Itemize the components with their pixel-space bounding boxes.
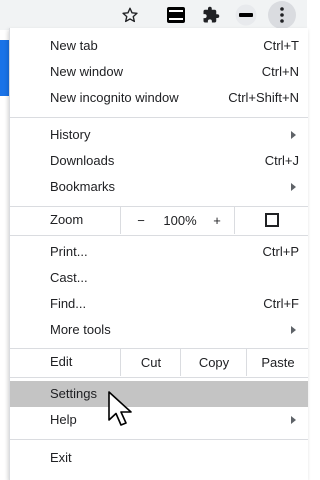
zoom-in-label: +: [213, 212, 221, 228]
submenu-arrow-icon: [291, 131, 296, 139]
menu-item-label: New tab: [50, 38, 98, 53]
menu-divider: [10, 117, 308, 118]
copy-button[interactable]: Copy: [180, 348, 247, 376]
menu-item-label: Cast...: [50, 270, 88, 285]
menu-item-shortcut: Ctrl+J: [264, 153, 299, 168]
menu-item-exit[interactable]: Exit: [10, 445, 308, 471]
page-accent-strip: [0, 40, 9, 96]
menu-divider: [10, 439, 308, 440]
menu-item-history[interactable]: History: [10, 122, 308, 148]
menu-item-label: New window: [50, 64, 123, 79]
menu-item-shortcut: Ctrl+Shift+N: [228, 90, 299, 105]
zoom-label: Zoom: [50, 212, 84, 227]
zoom-in-button[interactable]: +: [200, 206, 234, 234]
paste-button[interactable]: Paste: [246, 348, 309, 376]
edit-label: Edit: [50, 354, 73, 369]
menu-item-label: History: [50, 127, 91, 142]
zoom-level-value: 100%: [163, 212, 197, 228]
menu-item-label: Print...: [50, 244, 88, 259]
menu-item-print[interactable]: Print... Ctrl+P: [10, 239, 308, 265]
profile-avatar-icon[interactable]: [234, 3, 258, 27]
mouse-pointer-icon: [108, 391, 132, 426]
fullscreen-icon: [265, 213, 279, 227]
cut-button[interactable]: Cut: [120, 348, 181, 376]
submenu-arrow-icon: [291, 416, 296, 424]
copy-label: Copy: [198, 354, 230, 370]
menu-item-cast[interactable]: Cast...: [10, 265, 308, 291]
menu-divider: [10, 235, 308, 236]
menu-item-label: Settings: [50, 386, 97, 401]
cut-label: Cut: [140, 354, 162, 370]
zoom-out-button[interactable]: −: [120, 206, 161, 234]
menu-item-label: More tools: [50, 322, 111, 337]
menu-item-shortcut: Ctrl+F: [263, 296, 299, 311]
menu-item-more-tools[interactable]: More tools: [10, 317, 308, 343]
zoom-level: 100%: [160, 206, 200, 234]
menu-item-settings[interactable]: Settings: [10, 381, 308, 407]
menu-item-label: New incognito window: [50, 90, 179, 105]
menu-item-new-incognito-window[interactable]: New incognito window Ctrl+Shift+N: [10, 85, 308, 111]
media-control-icon[interactable]: [164, 3, 188, 27]
menu-item-label: Help: [50, 412, 77, 427]
zoom-out-label: −: [137, 212, 145, 228]
submenu-arrow-icon: [291, 183, 296, 191]
menu-item-bookmarks[interactable]: Bookmarks: [10, 174, 308, 200]
edit-row: Edit Cut Copy Paste: [10, 348, 308, 376]
zoom-row: Zoom − 100% +: [10, 206, 308, 234]
menu-item-shortcut: Ctrl+T: [263, 38, 299, 53]
menu-item-label: Exit: [50, 450, 72, 465]
menu-item-label: Downloads: [50, 153, 115, 168]
menu-item-new-window[interactable]: New window Ctrl+N: [10, 59, 308, 85]
more-options-icon[interactable]: [268, 1, 296, 29]
chrome-main-menu: New tab Ctrl+T New window Ctrl+N New inc…: [9, 28, 308, 480]
browser-toolbar: [0, 0, 307, 30]
menu-item-shortcut: Ctrl+P: [262, 244, 299, 259]
menu-item-help[interactable]: Help: [10, 407, 308, 433]
bookmark-star-icon[interactable]: [118, 3, 142, 27]
menu-item-label: Bookmarks: [50, 179, 116, 194]
menu-item-downloads[interactable]: Downloads Ctrl+J: [10, 148, 308, 174]
fullscreen-button[interactable]: [234, 206, 309, 234]
menu-item-new-tab[interactable]: New tab Ctrl+T: [10, 33, 308, 59]
submenu-arrow-icon: [291, 326, 296, 334]
menu-item-label: Find...: [50, 296, 87, 311]
page-background: [0, 30, 9, 480]
extensions-puzzle-icon[interactable]: [199, 3, 223, 27]
menu-divider: [10, 377, 308, 378]
menu-item-find[interactable]: Find... Ctrl+F: [10, 291, 308, 317]
menu-item-shortcut: Ctrl+N: [261, 64, 299, 79]
paste-label: Paste: [261, 354, 295, 370]
